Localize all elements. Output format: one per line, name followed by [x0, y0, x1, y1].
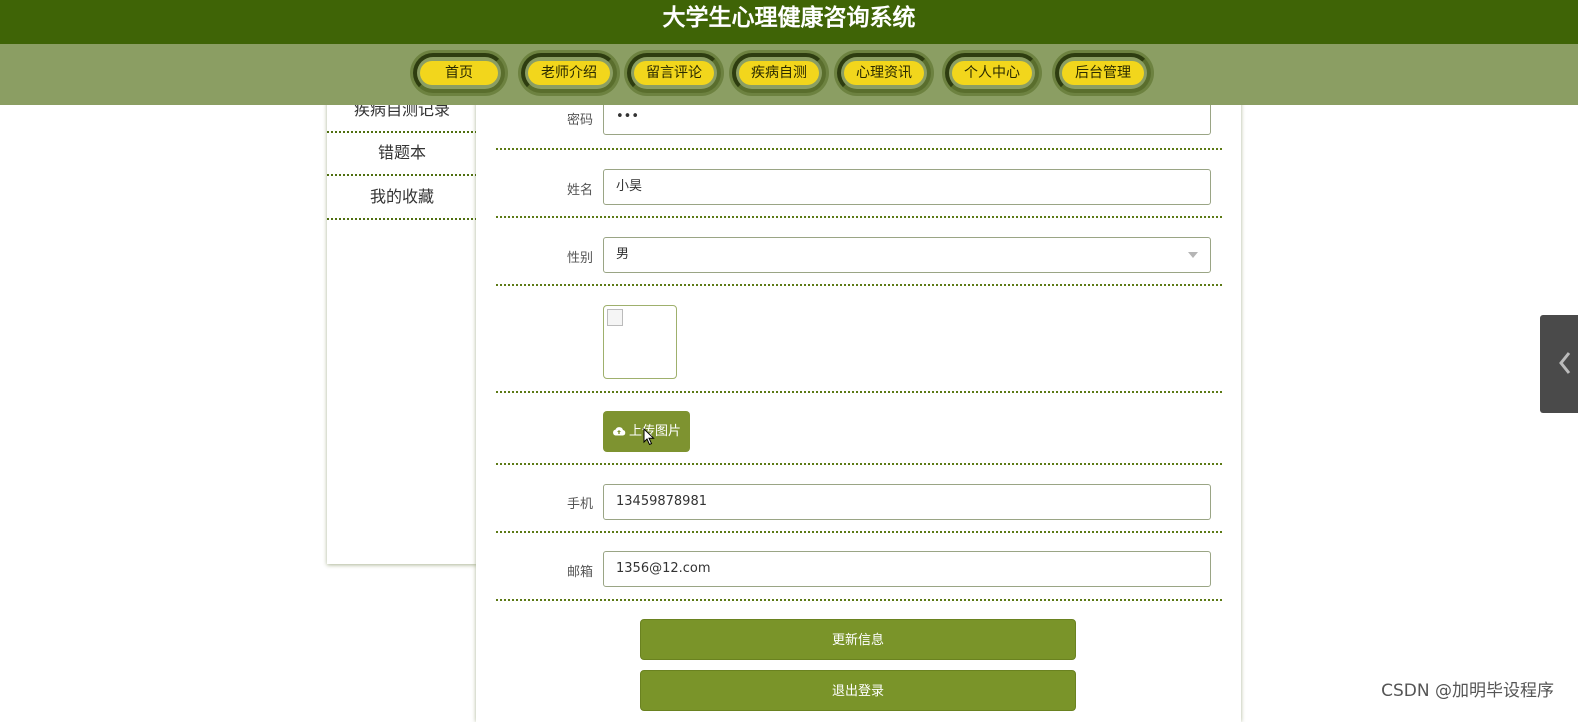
chevron-left-icon: [1559, 352, 1571, 374]
nav-item-self-test[interactable]: 疾病自测: [729, 50, 829, 96]
password-label: 密码: [566, 113, 593, 128]
update-info-button[interactable]: 更新信息: [640, 619, 1076, 660]
nav-label[interactable]: 个人中心: [952, 61, 1032, 85]
profile-sidebar: 疾病自测记录 错题本 我的收藏: [327, 92, 477, 564]
nav-item-admin[interactable]: 后台管理: [1052, 50, 1154, 96]
gender-select[interactable]: 男: [603, 237, 1211, 273]
name-field[interactable]: 小昊: [603, 169, 1211, 205]
name-label: 姓名: [566, 183, 593, 198]
main-nav: 首页 老师介绍 留言评论 疾病自测 心理资讯 个人中心 后台管理: [0, 44, 1578, 105]
csdn-watermark: CSDN @加明毕设程序: [1381, 681, 1554, 701]
phone-row: 手机 13459878981: [496, 465, 1222, 533]
logout-button[interactable]: 退出登录: [640, 670, 1076, 711]
nav-item-messages[interactable]: 留言评论: [624, 50, 724, 96]
email-label: 邮箱: [566, 565, 593, 580]
broken-image-icon: [607, 309, 623, 326]
nav-label[interactable]: 疾病自测: [739, 61, 819, 85]
gender-row: 性别 男: [496, 218, 1222, 286]
email-row: 邮箱 1356@12.com: [496, 533, 1222, 601]
gender-label: 性别: [566, 251, 593, 266]
nav-label[interactable]: 心理资讯: [844, 61, 924, 85]
sidebar-item-favorites[interactable]: 我的收藏: [327, 176, 477, 220]
nav-item-home[interactable]: 首页: [410, 50, 508, 96]
nav-label[interactable]: 后台管理: [1062, 61, 1144, 85]
sidebar-item-mistake-book[interactable]: 错题本: [327, 132, 477, 176]
chevron-down-icon: [1188, 252, 1198, 258]
avatar-preview: [603, 305, 677, 379]
cloud-upload-icon: [613, 427, 626, 436]
phone-field[interactable]: 13459878981: [603, 484, 1211, 520]
site-title: 大学生心理健康咨询系统: [0, 0, 1578, 44]
profile-form: 密码 ••• 姓名 小昊 性别 男 上传图片 手机 13459878981 邮箱…: [476, 92, 1241, 722]
nav-label[interactable]: 留言评论: [634, 61, 714, 85]
email-field[interactable]: 1356@12.com: [603, 551, 1211, 587]
nav-item-profile[interactable]: 个人中心: [942, 50, 1042, 96]
nav-item-teachers[interactable]: 老师介绍: [518, 50, 620, 96]
side-toggle-button[interactable]: [1540, 315, 1578, 413]
nav-label[interactable]: 首页: [420, 61, 498, 85]
mouse-cursor-icon: [643, 428, 655, 446]
gender-value: 男: [616, 247, 630, 262]
phone-label: 手机: [566, 497, 593, 512]
nav-label[interactable]: 老师介绍: [528, 61, 610, 85]
name-row: 姓名 小昊: [496, 150, 1222, 218]
nav-item-news[interactable]: 心理资讯: [834, 50, 934, 96]
